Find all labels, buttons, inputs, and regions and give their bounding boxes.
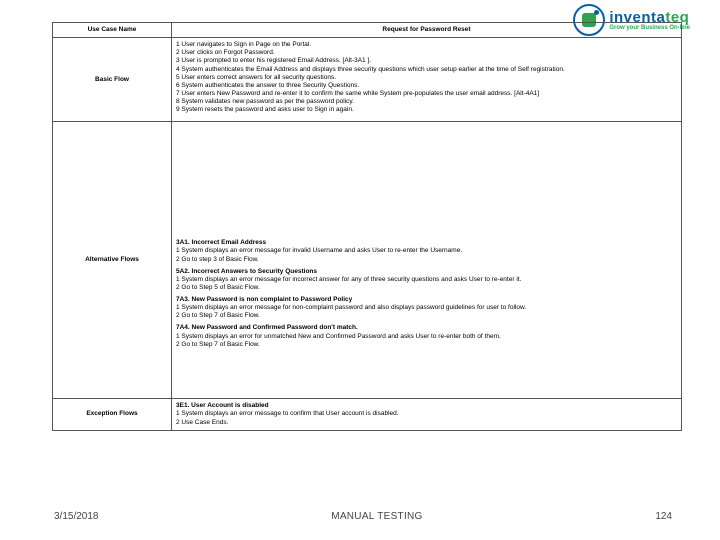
alt-flow-step: 1 System displays an error message for n… [176,304,677,312]
alt-flow-section-title: 7A3. New Password is non complaint to Pa… [176,296,677,304]
basic-flow-step: 5 User enters correct answers for all se… [176,74,677,82]
basic-flow-step: 9 System resets the password and asks us… [176,106,677,114]
use-case-name-label: Use Case Name [53,23,172,38]
use-case-table: Use Case Name Request for Password Reset… [52,22,682,431]
table-row: Use Case Name Request for Password Reset [53,23,682,38]
alt-flow-section-title: 3A1. Incorrect Email Address [176,239,677,247]
footer-page-number: 124 [655,511,672,522]
alt-flow-step: 2 Go to Step 7 of Basic Flow. [176,312,677,320]
basic-flow-label: Basic Flow [53,38,172,122]
alt-flow-step: 2 Go to Step 5 of Basic Flow. [176,284,677,292]
table-row: Basic Flow 1 User navigates to Sign in P… [53,38,682,122]
basic-flow-step: 8 System validates new password as per t… [176,98,677,106]
basic-flow-step: 3 User is prompted to enter his register… [176,57,677,65]
exc-flow-step: 1 System displays an error message to co… [176,410,677,418]
table-row: Exception Flows 3E1. User Account is dis… [53,399,682,430]
slide-footer: 3/15/2018 MANUAL TESTING 124 [0,511,720,522]
basic-flow-step: 1 User navigates to Sign in Page on the … [176,41,677,49]
footer-date: 3/15/2018 [54,511,99,522]
basic-flow-step: 6 System authenticates the answer to thr… [176,82,677,90]
alt-flow-step: 1 System displays an error message for i… [176,247,677,255]
alt-flow-step: 1 System displays an error message for i… [176,276,677,284]
alt-flow-step: 2 Go to Step 7 of Basic Flow. [176,341,677,349]
exception-flows-label: Exception Flows [53,399,172,430]
alternative-flows-cell: 3A1. Incorrect Email Address1 System dis… [172,122,682,399]
alt-flow-step: 2 Go to step 3 of Basic Flow. [176,256,677,264]
alternative-flows-label: Alternative Flows [53,122,172,399]
basic-flow-step: 2 User clicks on Forgot Password. [176,49,677,57]
basic-flow-cell: 1 User navigates to Sign in Page on the … [172,38,682,122]
footer-title: MANUAL TESTING [331,511,422,522]
alt-flow-section-title: 7A4. New Password and Confirmed Password… [176,324,677,332]
exc-flow-step: 2 Use Case Ends. [176,419,677,427]
table-row: Alternative Flows 3A1. Incorrect Email A… [53,122,682,399]
alt-flow-section-title: 5A2. Incorrect Answers to Security Quest… [176,268,677,276]
exception-flows-cell: 3E1. User Account is disabled1 System di… [172,399,682,430]
alt-flow-step: 1 System displays an error for unmatched… [176,333,677,341]
basic-flow-step: 7 User enters New Password and re-enter … [176,90,677,98]
basic-flow-step: 4 System authenticates the Email Address… [176,66,677,74]
use-case-name-value: Request for Password Reset [172,23,682,38]
exc-flow-section-title: 3E1. User Account is disabled [176,402,677,410]
